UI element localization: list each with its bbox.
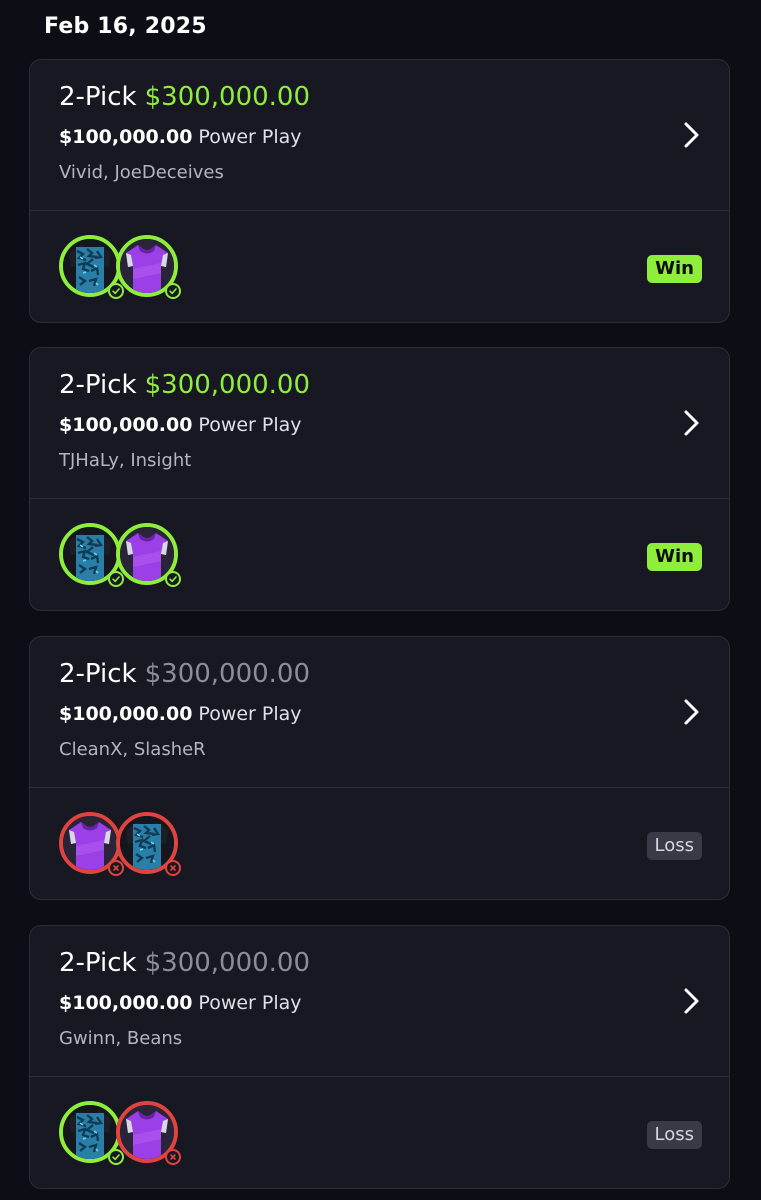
entry-card-header[interactable]: 2-Pick $300,000.00 $100,000.00 Power Play TJ… bbox=[30, 348, 729, 499]
entry-card[interactable]: 2-Pick $300,000.00 $100,000.00 Power Play Gw… bbox=[29, 925, 730, 1189]
players-list: TJHaLy, Insight bbox=[59, 450, 192, 471]
check-icon bbox=[165, 571, 181, 587]
entry-amount: $100,000.00 bbox=[59, 126, 193, 148]
payout-amount: $300,000.00 bbox=[144, 82, 311, 112]
entry-amount: $100,000.00 bbox=[59, 992, 193, 1014]
payout-amount: $300,000.00 bbox=[144, 370, 311, 400]
date-header: Feb 16, 2025 bbox=[44, 14, 207, 39]
pick-label: 2-Pick bbox=[59, 948, 137, 978]
x-icon bbox=[165, 1149, 181, 1165]
result-badge: Win bbox=[647, 543, 702, 571]
entry-card-footer: Loss bbox=[30, 788, 729, 900]
entry-card-footer: Win bbox=[30, 499, 729, 611]
pick-avatar bbox=[116, 523, 181, 587]
entry-line: $100,000.00 Power Play bbox=[59, 126, 302, 148]
result-badge: Loss bbox=[646, 1121, 702, 1149]
pick-avatar bbox=[59, 812, 124, 876]
pick-label: 2-Pick bbox=[59, 82, 137, 112]
play-type: Power Play bbox=[198, 126, 302, 148]
pick-avatar bbox=[116, 812, 181, 876]
play-type: Power Play bbox=[198, 992, 302, 1014]
check-icon bbox=[165, 283, 181, 299]
players-list: CleanX, SlasheR bbox=[59, 739, 206, 760]
entry-amount: $100,000.00 bbox=[59, 414, 193, 436]
pick-avatar bbox=[59, 235, 124, 299]
entry-title: 2-Pick $300,000.00 bbox=[59, 948, 310, 978]
pick-avatar bbox=[116, 1101, 181, 1165]
players-list: Gwinn, Beans bbox=[59, 1028, 183, 1049]
pick-avatar bbox=[116, 235, 181, 299]
entry-card[interactable]: 2-Pick $300,000.00 $100,000.00 Power Play Cl… bbox=[29, 636, 730, 900]
play-type: Power Play bbox=[198, 703, 302, 725]
check-icon bbox=[108, 571, 124, 587]
pick-avatar bbox=[59, 523, 124, 587]
players-list: Vivid, JoeDeceives bbox=[59, 162, 224, 183]
pick-label: 2-Pick bbox=[59, 659, 137, 689]
entry-title: 2-Pick $300,000.00 bbox=[59, 82, 310, 112]
entry-card-footer: Win bbox=[30, 211, 729, 323]
result-badge: Loss bbox=[646, 832, 702, 860]
entry-line: $100,000.00 Power Play bbox=[59, 414, 302, 436]
entry-title: 2-Pick $300,000.00 bbox=[59, 370, 310, 400]
chevron-right-icon[interactable] bbox=[681, 986, 703, 1016]
payout-amount: $300,000.00 bbox=[144, 659, 311, 689]
result-badge: Win bbox=[647, 255, 702, 283]
pick-avatar bbox=[59, 1101, 124, 1165]
check-icon bbox=[108, 1149, 124, 1165]
x-icon bbox=[108, 860, 124, 876]
entry-card[interactable]: 2-Pick $300,000.00 $100,000.00 Power Play TJ… bbox=[29, 347, 730, 611]
play-type: Power Play bbox=[198, 414, 302, 436]
entry-line: $100,000.00 Power Play bbox=[59, 703, 302, 725]
entry-card[interactable]: 2-Pick $300,000.00 $100,000.00 Power Play Vi… bbox=[29, 59, 730, 323]
entry-title: 2-Pick $300,000.00 bbox=[59, 659, 310, 689]
x-icon bbox=[165, 860, 181, 876]
entry-card-header[interactable]: 2-Pick $300,000.00 $100,000.00 Power Play Vi… bbox=[30, 60, 729, 211]
pick-label: 2-Pick bbox=[59, 370, 137, 400]
entry-card-footer: Loss bbox=[30, 1077, 729, 1189]
entry-amount: $100,000.00 bbox=[59, 703, 193, 725]
entry-card-header[interactable]: 2-Pick $300,000.00 $100,000.00 Power Play Cl… bbox=[30, 637, 729, 788]
chevron-right-icon[interactable] bbox=[681, 120, 703, 150]
check-icon bbox=[108, 283, 124, 299]
chevron-right-icon[interactable] bbox=[681, 408, 703, 438]
payout-amount: $300,000.00 bbox=[144, 948, 311, 978]
entry-card-header[interactable]: 2-Pick $300,000.00 $100,000.00 Power Play Gw… bbox=[30, 926, 729, 1077]
chevron-right-icon[interactable] bbox=[681, 697, 703, 727]
entry-line: $100,000.00 Power Play bbox=[59, 992, 302, 1014]
